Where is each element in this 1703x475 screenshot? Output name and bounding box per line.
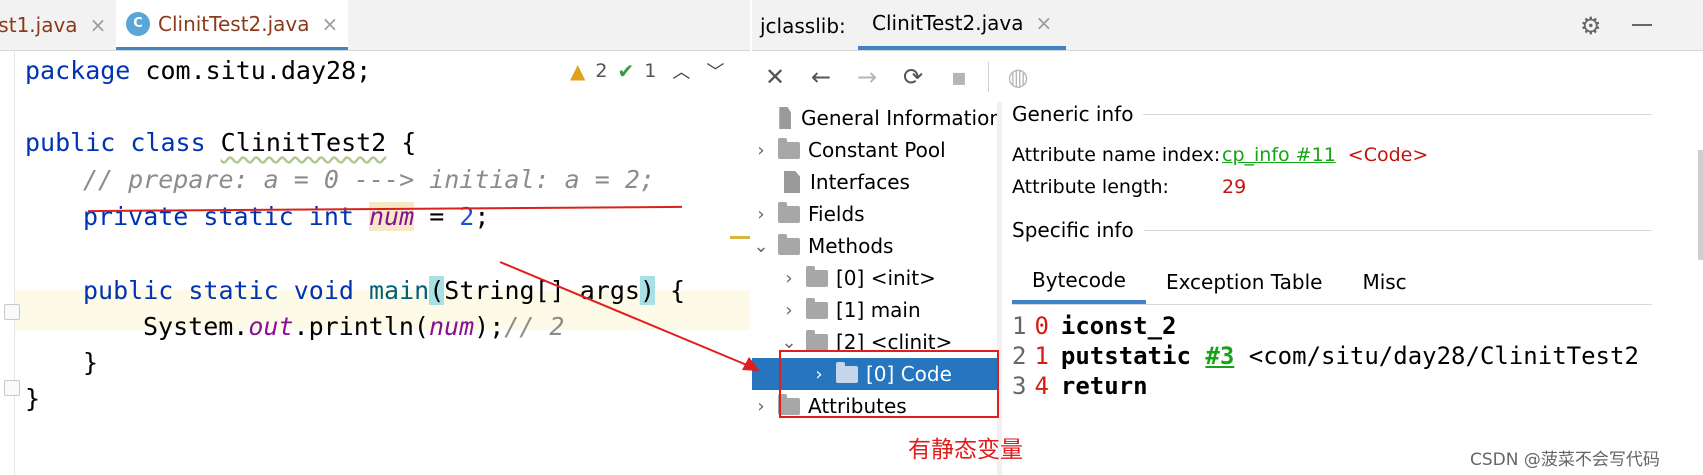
annotation-note: 有静态变量 [908,437,1023,463]
annotation-box [779,350,999,418]
watermark: CSDN @菠菜不会写代码 [1470,450,1660,470]
